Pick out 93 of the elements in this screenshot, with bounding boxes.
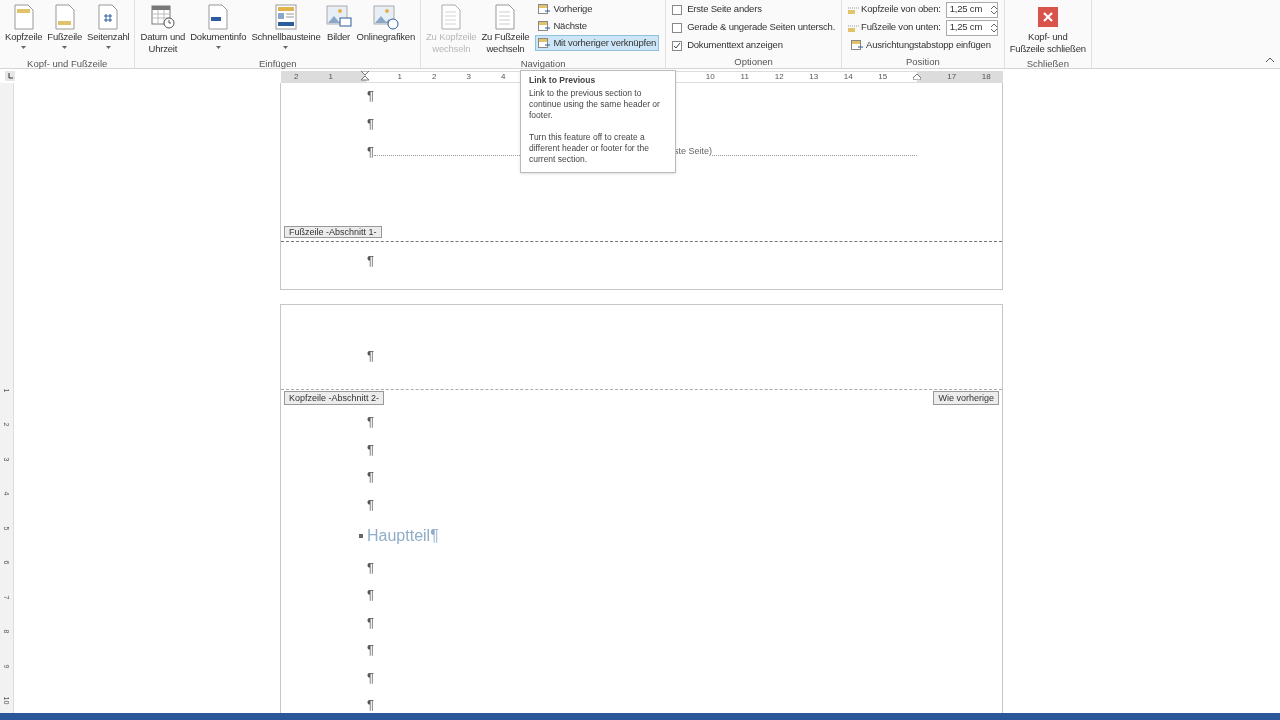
spin-arrows-icon [990, 22, 997, 33]
ribbon-button[interactable]: Kopfzeile [3, 0, 45, 58]
ruler-number: 11 [740, 70, 749, 83]
ribbon-button[interactable]: Nächste [535, 18, 590, 34]
paragraph-mark: ¶ [367, 348, 374, 364]
spin-label: Fußzeile von unten: [861, 20, 941, 35]
tooltip-text: Turn this feature off to create a different header or footer for the current section. [529, 132, 650, 165]
section-tag: Wie vorherige [933, 391, 999, 405]
ruler-number: 4 [501, 70, 506, 83]
paragraph-mark: ¶ [367, 469, 374, 485]
page-number-icon [98, 4, 119, 30]
ribbon-button[interactable]: Vorherige [535, 1, 596, 17]
section-tag: Fußzeile -Abschnitt 1- [284, 226, 382, 238]
option-checkbox[interactable]: Dokumenttext anzeigen [672, 37, 783, 54]
quick-parts-icon [274, 4, 297, 30]
spin-arrows-icon [990, 4, 997, 15]
margin-icon [848, 4, 860, 15]
option-checkbox[interactable]: Gerade & ungerade Seiten untersch. [672, 19, 836, 36]
option-checkbox[interactable]: Erste Seite anders [672, 1, 762, 18]
paragraph-mark: ¶ [367, 587, 374, 603]
group-label: Schließen [1025, 58, 1070, 70]
paragraph-mark: ¶ [367, 559, 374, 576]
document-page-icon [13, 4, 34, 30]
ruler-number: 1 [328, 70, 333, 83]
document-page-icon [441, 4, 462, 30]
paragraph-mark: ¶ [367, 144, 374, 160]
ribbon-button[interactable]: Schnellbausteine [249, 0, 323, 58]
paragraph-mark: ¶ [367, 669, 374, 686]
picture-globe-icon [372, 4, 399, 30]
paragraph-mark: ¶ [367, 642, 374, 658]
check-icon [673, 41, 682, 50]
indent-marker-icon[interactable] [361, 71, 370, 82]
ribbon-button[interactable]: Zu Fußzeile wechseln [479, 0, 532, 58]
paragraph-mark: ¶ [367, 88, 374, 104]
tab-stop-icon[interactable] [5, 71, 15, 81]
section-icon [538, 20, 551, 32]
close-icon [1037, 7, 1058, 27]
paragraph-mark: ¶ [367, 697, 374, 713]
section-icon [538, 37, 551, 49]
dropdown-caret-icon [21, 46, 27, 49]
picture-monitor-icon [325, 4, 352, 30]
ruler-number: 1 [397, 70, 402, 83]
dropdown-caret-icon [62, 46, 68, 49]
ruler-number: 10 [705, 70, 715, 83]
paragraph-mark: ¶ [367, 496, 374, 513]
ruler-number: 15 [878, 70, 888, 83]
spin-field[interactable]: 1,25 cm [945, 19, 998, 36]
ribbon-button[interactable]: Fußzeile [45, 0, 85, 58]
document-page-icon [495, 4, 516, 30]
document-info-icon [208, 4, 229, 30]
tooltip-title: Link to Previous [529, 75, 597, 86]
paragraph-mark: ¶ [367, 614, 374, 631]
ribbon-button[interactable]: Kopf- und Fußzeile schließen [1007, 0, 1088, 58]
indent-marker-icon[interactable] [913, 73, 922, 80]
group-label: Kopf- und Fußzeile [26, 58, 109, 70]
group-label: Einfügen [258, 58, 298, 70]
ruler-number: 18 [981, 70, 991, 83]
ruler-number: 2 [294, 70, 299, 83]
calendar-clock-icon [150, 4, 175, 30]
ruler-number: 2 [432, 70, 437, 83]
dropdown-caret-icon [215, 46, 221, 49]
document-page-icon [54, 4, 75, 30]
heading-text: Hauptteil¶ [367, 527, 439, 545]
dropdown-caret-icon [105, 46, 111, 49]
ribbon-button[interactable]: Ausrichtungstabstopp einfügen [848, 37, 994, 53]
ruler-number: 12 [774, 70, 784, 83]
ribbon-button[interactable]: Dokumentinfo [188, 0, 249, 58]
ribbon-button[interactable]: Seitenzahl [85, 0, 132, 58]
paragraph-mark: ¶ [367, 441, 374, 458]
collapse-ribbon-icon[interactable] [1266, 57, 1274, 62]
group-label: Navigation [519, 58, 567, 70]
dropdown-caret-icon [283, 46, 289, 49]
paragraph-mark: ¶ [367, 414, 374, 430]
paragraph-mark: ¶ [367, 253, 374, 269]
spin-field[interactable]: 1,25 cm [945, 1, 998, 18]
section-icon [851, 39, 864, 51]
ruler-number: 14 [843, 70, 853, 83]
group-label: Position [905, 56, 941, 68]
ribbon-button[interactable]: Mit vorheriger verknüpfen [535, 35, 660, 51]
ribbon-button[interactable]: Onlinegrafiken [354, 0, 417, 58]
spin-label: Kopfzeile von oben: [861, 2, 941, 17]
paragraph-mark: ¶ [367, 116, 374, 132]
section-tag: Kopfzeile -Abschnitt 2- [284, 391, 385, 405]
ribbon-button[interactable]: Datum und Uhrzeit [138, 0, 188, 58]
tooltip-text: Link to the previous section to continue using the same header or footer. [529, 88, 661, 121]
group-label: Optionen [733, 56, 774, 68]
section-icon [538, 3, 551, 15]
ruler-number: 3 [466, 70, 471, 83]
ribbon-button[interactable]: Bilder [323, 0, 354, 58]
ruler-number: 17 [947, 70, 957, 83]
bullet-icon [359, 534, 363, 538]
margin-icon [848, 22, 860, 33]
ruler-number: 13 [809, 70, 819, 83]
